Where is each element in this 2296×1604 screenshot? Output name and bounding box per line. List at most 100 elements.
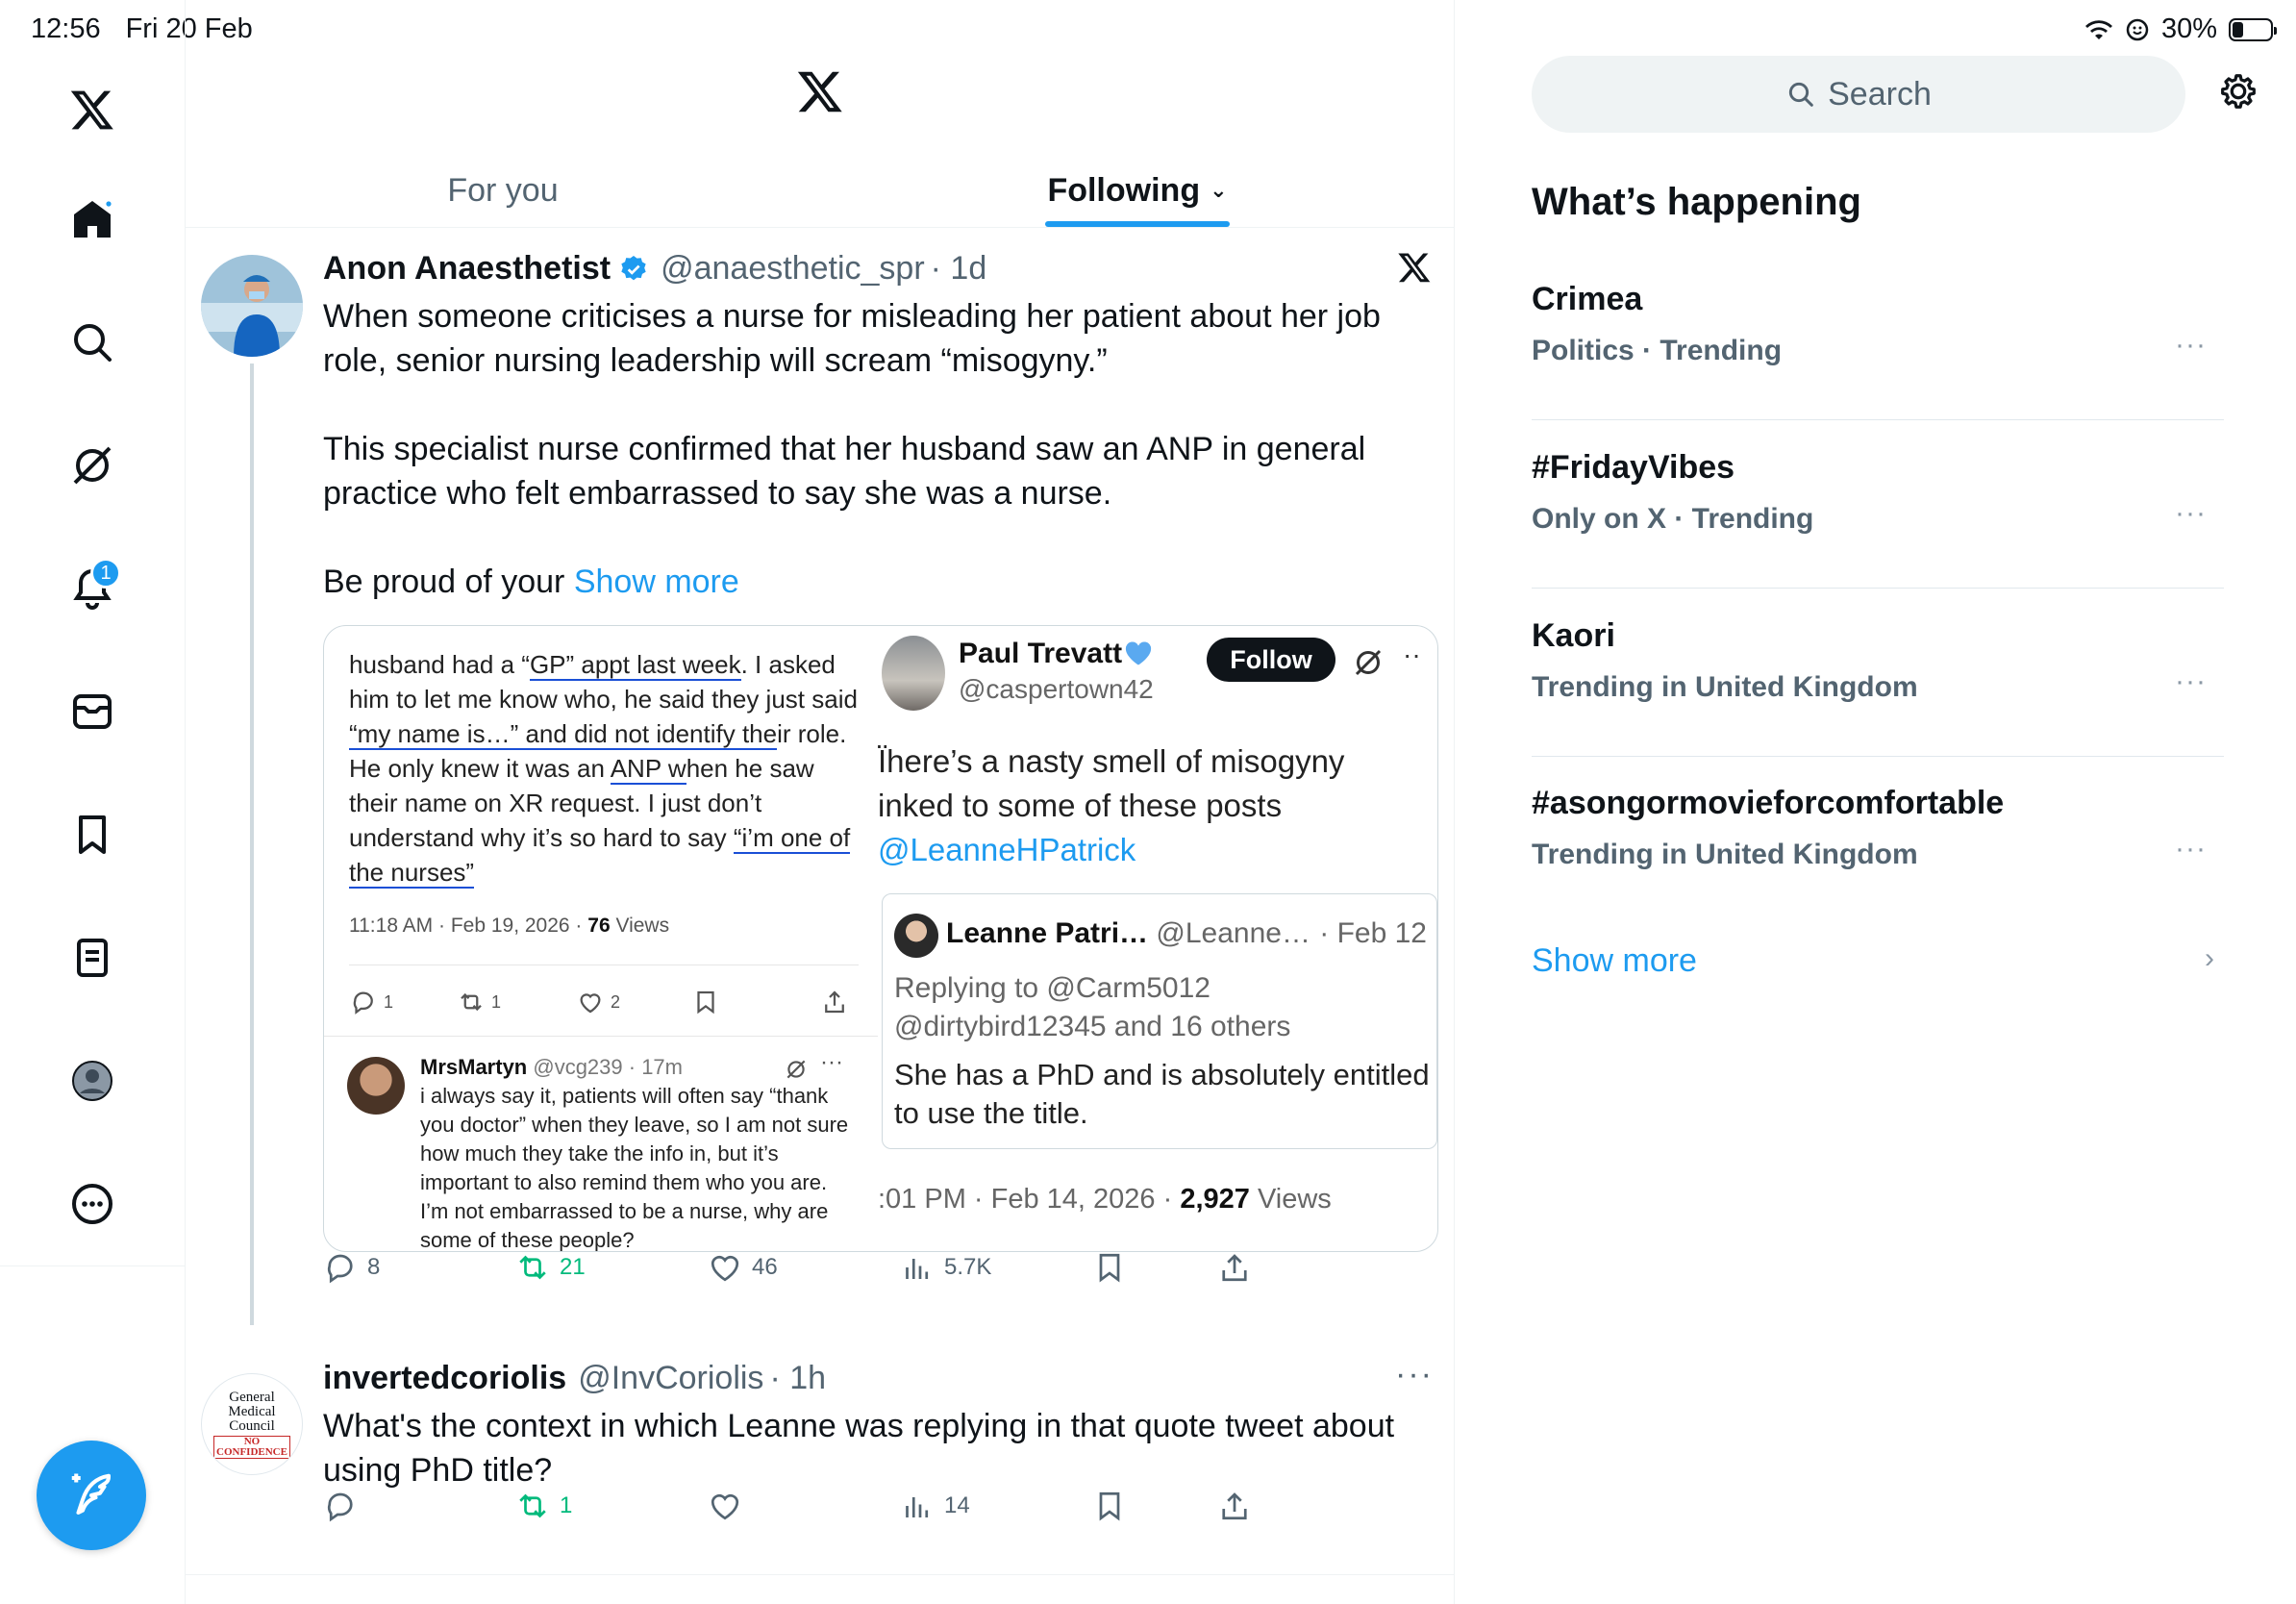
grok-icon[interactable] bbox=[58, 431, 127, 500]
screenshot-author-name: Paul Trevatt bbox=[959, 638, 1153, 670]
trend-meta: Politics · Trending bbox=[1532, 335, 1783, 366]
heart-emoji-icon bbox=[1125, 641, 1152, 665]
author-name[interactable]: invertedcoriolis bbox=[323, 1360, 566, 1397]
repost-button[interactable]: 21 bbox=[515, 1250, 586, 1285]
screenshot-meta-time: 11:18 AM · Feb 19, 2026 · bbox=[349, 915, 588, 937]
trend-name: #FridayVibes bbox=[1532, 449, 1735, 486]
views-button[interactable]: 5.7K bbox=[900, 1250, 991, 1285]
chevron-down-icon[interactable]: ⌄ bbox=[1210, 178, 1227, 203]
avatar-text: Medical bbox=[228, 1403, 276, 1419]
analytics-icon bbox=[906, 1259, 929, 1279]
more-dots-icon: ··· bbox=[820, 1049, 843, 1075]
search-icon[interactable] bbox=[58, 308, 127, 377]
screenshot-quote-time: :01 PM · Feb 14, 2026 · bbox=[878, 1184, 1181, 1215]
avatar-stamp: NO CONFIDENCE bbox=[213, 1435, 290, 1459]
trend-more-icon[interactable]: ··· bbox=[2175, 833, 2207, 865]
compose-post-button[interactable] bbox=[37, 1441, 146, 1550]
screenshot-quote-meta: :01 PM · Feb 14, 2026 · 2,927 Views bbox=[878, 1184, 1332, 1216]
screenshot-left: husband had a “GP” appt last week. I ask… bbox=[324, 626, 878, 1251]
trend-item[interactable]: Kaori Trending in United Kingdom ··· bbox=[1532, 589, 2224, 757]
show-more-trends-link[interactable]: Show more bbox=[1532, 942, 1697, 980]
x-logo-icon[interactable] bbox=[58, 75, 127, 144]
tab-for-you[interactable]: For you bbox=[186, 154, 820, 227]
screenshot-right: Paul Trevatt @caspertown42 Follow ·· Ϊhe… bbox=[878, 626, 1437, 1251]
share-icon bbox=[1222, 1492, 1247, 1520]
like-button[interactable] bbox=[708, 1489, 742, 1523]
x-logo-icon[interactable] bbox=[1397, 250, 1432, 285]
inner-quote-replying-to: Replying to @Carm5012 @dirtybird12345 an… bbox=[894, 969, 1290, 1046]
screenshot-quote-views-count: 2,927 bbox=[1180, 1184, 1250, 1215]
home-icon[interactable] bbox=[58, 185, 127, 254]
search-placeholder: Search bbox=[1828, 75, 1932, 113]
share-button[interactable] bbox=[1217, 1250, 1252, 1285]
whats-happening-title: What’s happening bbox=[1532, 181, 1861, 223]
notifications-bell-icon[interactable]: 1 bbox=[58, 554, 127, 623]
avatar[interactable] bbox=[201, 255, 303, 357]
inner-quote-name: Leanne Patri… bbox=[946, 917, 1149, 949]
show-more-link[interactable]: Show more bbox=[574, 564, 739, 600]
divider bbox=[324, 1036, 878, 1037]
lists-icon[interactable] bbox=[58, 923, 127, 992]
screenshot-quote-views-label: Views bbox=[1249, 1184, 1332, 1215]
reply-button[interactable] bbox=[323, 1489, 358, 1523]
trend-item[interactable]: #FridayVibes Only on X · Trending ··· bbox=[1532, 420, 2224, 589]
x-header-logo-icon[interactable] bbox=[796, 67, 844, 115]
tab-following[interactable]: Following ⌄ bbox=[820, 154, 1455, 227]
tweet-header: Anon Anaesthetist @anaesthetic_spr · 1d bbox=[323, 250, 986, 288]
author-handle[interactable]: @InvCoriolis bbox=[578, 1360, 763, 1397]
chevron-right-icon[interactable]: › bbox=[2205, 942, 2214, 975]
screenshot-mention: @LeanneHPatrick bbox=[878, 832, 1136, 867]
author-name[interactable]: Anon Anaesthetist bbox=[323, 250, 611, 288]
tweet-text: When someone criticises a nurse for misl… bbox=[323, 294, 1429, 604]
grok-icon bbox=[786, 1060, 806, 1079]
grok-icon bbox=[1355, 649, 1382, 676]
trend-more-icon[interactable]: ··· bbox=[2175, 329, 2207, 362]
trend-more-icon[interactable]: ··· bbox=[2175, 665, 2207, 698]
screenshot-like-count: 2 bbox=[611, 991, 621, 1012]
tweet[interactable]: Anon Anaesthetist @anaesthetic_spr · 1d … bbox=[186, 229, 1455, 1325]
screenshot-quote-line: inked to some of these posts bbox=[878, 788, 1283, 823]
avatar bbox=[894, 914, 938, 958]
tab-following-label: Following bbox=[1047, 171, 1201, 209]
screenshot-quote-text: Ϊhere’s a nasty smell of misogyny inked … bbox=[878, 739, 1435, 872]
views-count: 5.7K bbox=[944, 1254, 992, 1280]
views-button[interactable]: 14 bbox=[900, 1489, 970, 1523]
bookmark-button[interactable] bbox=[1092, 1489, 1127, 1523]
avatar bbox=[347, 1057, 405, 1115]
tweet-time: · 1h bbox=[769, 1360, 827, 1396]
avatar-text: Council bbox=[229, 1417, 275, 1434]
bookmarks-icon[interactable] bbox=[58, 800, 127, 869]
gear-icon[interactable] bbox=[2216, 69, 2260, 113]
inner-quote-handle: @Leanne… bbox=[1148, 917, 1310, 949]
profile-avatar-icon[interactable] bbox=[58, 1046, 127, 1115]
trend-item[interactable]: Crimea Politics · Trending ··· bbox=[1532, 252, 2224, 420]
share-icon bbox=[825, 990, 844, 1014]
avatar[interactable]: General Medical Council NO CONFIDENCE bbox=[201, 1373, 303, 1475]
trend-more-icon[interactable]: ··· bbox=[2175, 497, 2207, 530]
heart-icon bbox=[711, 1255, 739, 1282]
reply-button[interactable]: 8 bbox=[323, 1250, 380, 1285]
screenshot-share bbox=[820, 988, 849, 1016]
like-button[interactable]: 46 bbox=[708, 1250, 778, 1285]
views-count: 14 bbox=[944, 1492, 970, 1518]
more-options-icon[interactable] bbox=[58, 1169, 127, 1239]
tweet[interactable]: General Medical Council NO CONFIDENCE inv… bbox=[186, 1337, 1455, 1575]
trend-name: Crimea bbox=[1532, 281, 1643, 317]
screenshot-meta: 11:18 AM · Feb 19, 2026 · 76 Views bbox=[349, 915, 669, 938]
more-options-icon[interactable]: ··· bbox=[1395, 1356, 1434, 1393]
trend-name: Kaori bbox=[1532, 617, 1615, 654]
repost-button[interactable]: 1 bbox=[515, 1489, 572, 1523]
trend-item[interactable]: #asongormovieforcomfortable Trending in … bbox=[1532, 756, 2224, 924]
share-button[interactable] bbox=[1217, 1489, 1252, 1523]
trend-meta: Trending in United Kingdom bbox=[1532, 839, 1918, 870]
search-icon bbox=[1788, 82, 1813, 107]
bookmark-button[interactable] bbox=[1092, 1250, 1127, 1285]
avatar-stamp-text: CONFIDENCE bbox=[216, 1445, 287, 1458]
tweet-text: What's the context in which Leanne was r… bbox=[323, 1408, 1404, 1489]
search-input[interactable]: Search bbox=[1532, 56, 2185, 133]
messages-icon[interactable] bbox=[58, 677, 127, 746]
tweet-media[interactable]: husband had a “GP” appt last week. I ask… bbox=[323, 625, 1438, 1252]
author-handle[interactable]: @anaesthetic_spr bbox=[661, 250, 925, 288]
active-tab-indicator bbox=[1045, 221, 1230, 227]
repost-count: 1 bbox=[560, 1492, 573, 1518]
